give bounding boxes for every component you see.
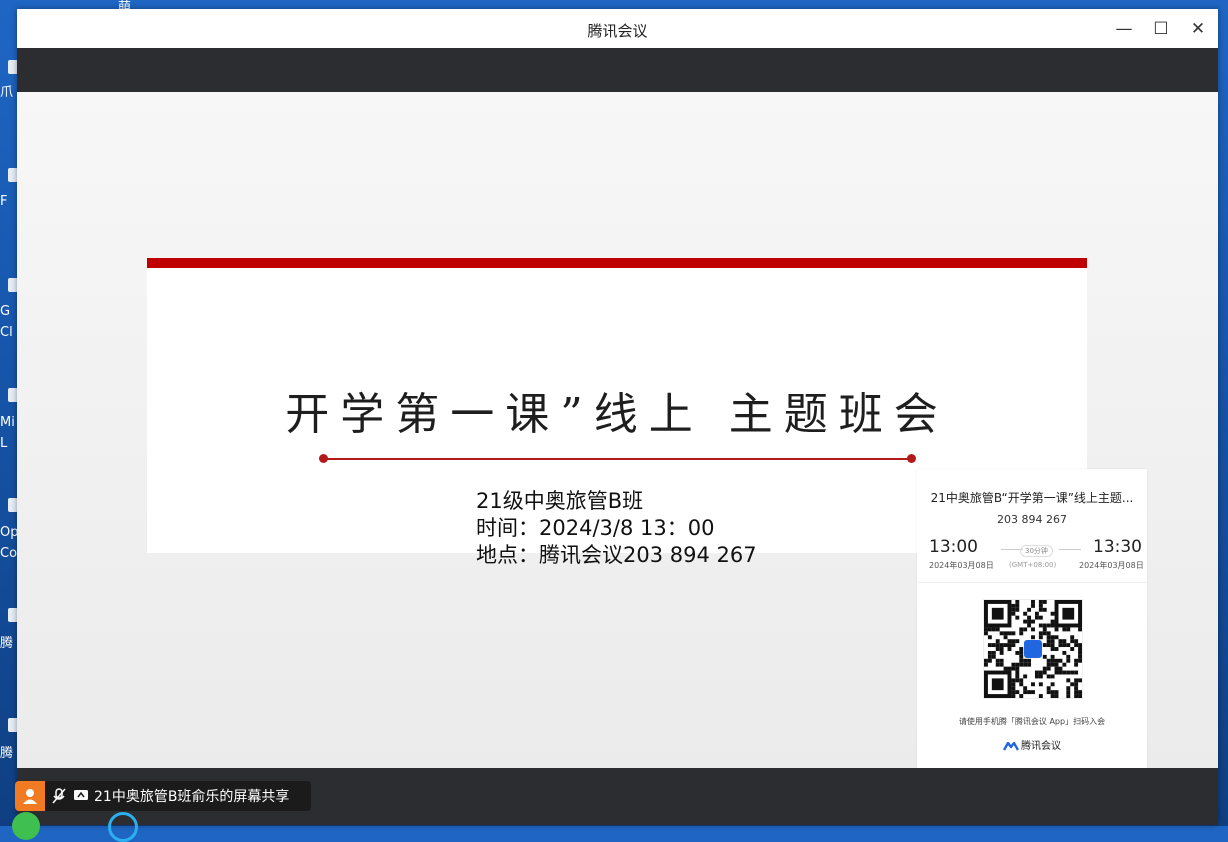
screen-share-badge[interactable]: 21中奥旅管B班俞乐的屏幕共享 bbox=[15, 781, 311, 811]
desktop-icon-label[interactable]: Co bbox=[0, 546, 18, 561]
brand-name: 腾讯会议 bbox=[1021, 741, 1061, 752]
desktop-icon-label[interactable]: L bbox=[0, 436, 18, 451]
meeting-id: 203 894 267 bbox=[997, 513, 1067, 526]
wechat-taskbar-icon[interactable] bbox=[12, 812, 40, 840]
brand-footer: 腾讯会议 bbox=[917, 737, 1147, 752]
top-toolbar bbox=[17, 48, 1218, 92]
user-avatar-icon bbox=[15, 781, 45, 811]
start-time: 13:00 bbox=[929, 537, 978, 557]
slide-divider bbox=[323, 458, 911, 460]
title-bar[interactable]: 腾讯会议 — ☐ ✕ bbox=[17, 9, 1218, 48]
duration-badge: 30分钟 bbox=[1020, 545, 1053, 557]
minimize-icon: — bbox=[1115, 19, 1133, 39]
slide-time: 时间：2024/3/8 13：00 bbox=[476, 516, 715, 540]
tencent-meeting-window: 腾讯会议 — ☐ ✕ 开学第一课”线上 主题班会 21级中奥旅管B班 时间：20… bbox=[17, 9, 1218, 825]
screen-share-icon bbox=[73, 788, 89, 804]
maximize-icon: ☐ bbox=[1153, 19, 1169, 39]
desktop-icon-label[interactable]: F bbox=[0, 194, 18, 209]
desktop-icon-label[interactable]: G bbox=[0, 304, 18, 319]
slide-info: 21级中奥旅管B班 时间：2024/3/8 13：00 地点：腾讯会议203 8… bbox=[476, 488, 757, 569]
desktop-icon-label[interactable]: Cl bbox=[0, 325, 18, 340]
minimize-button[interactable]: — bbox=[1111, 17, 1137, 41]
divider-dot-right bbox=[907, 454, 916, 463]
browser-taskbar-icon[interactable] bbox=[108, 812, 138, 842]
meeting-invite-card: 21中奥旅管B“开学第一课”线上主题... 203 894 267 13:00 … bbox=[917, 469, 1147, 774]
divider-dot-left bbox=[319, 454, 328, 463]
shared-screen-area: 开学第一课”线上 主题班会 21级中奥旅管B班 时间：2024/3/8 13：0… bbox=[17, 92, 1218, 774]
slide-red-bar bbox=[147, 258, 1087, 268]
share-label: 21中奥旅管B班俞乐的屏幕共享 bbox=[94, 789, 290, 805]
end-time: 13:30 bbox=[1093, 537, 1142, 557]
qr-code-icon bbox=[983, 599, 1083, 699]
desktop-icon-label[interactable]: 腾 bbox=[0, 636, 18, 651]
mic-muted-icon bbox=[51, 788, 67, 804]
close-button[interactable]: ✕ bbox=[1185, 17, 1211, 41]
scan-hint: 请使用手机腾「腾讯会议 App」扫码入会 bbox=[958, 717, 1106, 726]
desktop-icon-label[interactable]: 爪 bbox=[0, 85, 18, 100]
slide-title: 开学第一课”线上 主题班会 bbox=[285, 389, 949, 440]
close-icon: ✕ bbox=[1190, 19, 1206, 39]
duration-dash-right bbox=[1059, 549, 1081, 550]
maximize-button[interactable]: ☐ bbox=[1148, 17, 1174, 41]
card-separator bbox=[917, 582, 1147, 583]
desktop-icon-label[interactable]: Mi bbox=[0, 415, 18, 430]
end-date: 2024年03月08日 bbox=[1079, 561, 1144, 570]
meeting-name: 21中奥旅管B“开学第一课”线上主题... bbox=[930, 491, 1134, 505]
window-title: 腾讯会议 bbox=[587, 22, 648, 40]
desktop-icon-column: 爪 F G Cl Mi L Op Co 腾腾 bbox=[0, 0, 18, 826]
tencent-meeting-logo-icon bbox=[1003, 741, 1019, 751]
slide-place: 地点：腾讯会议203 894 267 bbox=[476, 543, 757, 567]
slide-class: 21级中奥旅管B班 bbox=[476, 489, 644, 513]
desktop-icon-label[interactable]: Op bbox=[0, 525, 18, 540]
desktop-icon-label[interactable]: 腾 bbox=[0, 746, 18, 761]
start-date: 2024年03月08日 bbox=[929, 561, 994, 570]
timezone: (GMT+08:00) bbox=[1009, 561, 1057, 569]
